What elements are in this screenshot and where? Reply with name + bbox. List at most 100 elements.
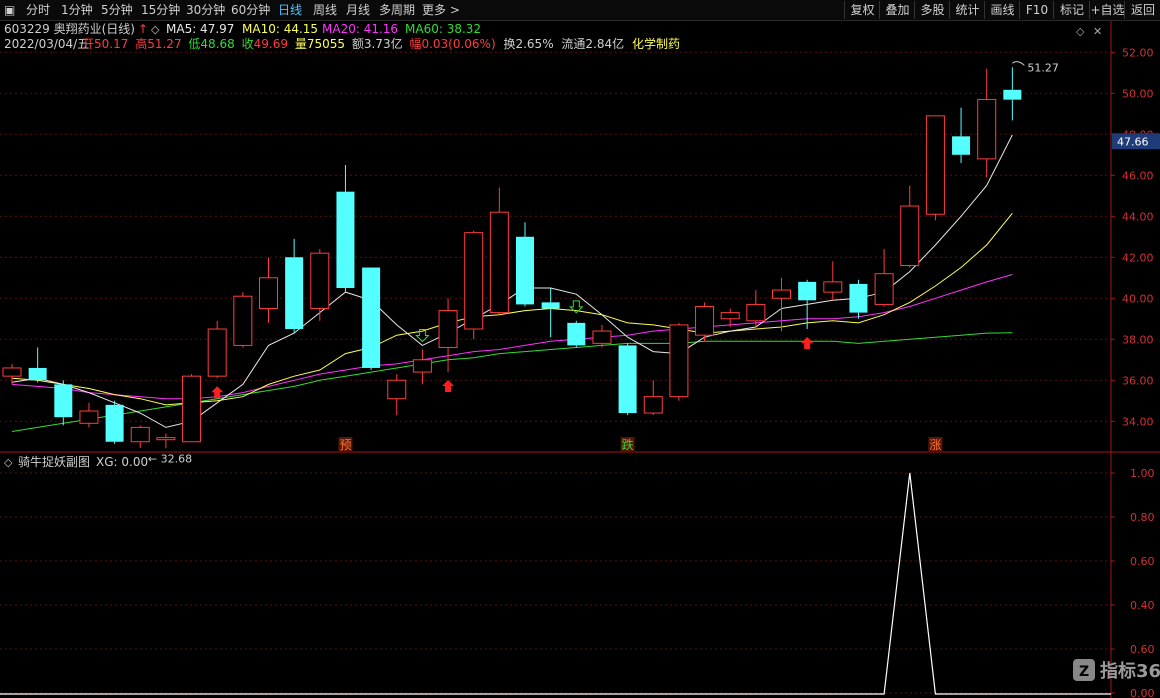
tab-10[interactable]: 更多 > — [422, 2, 460, 18]
candle-31 — [798, 279, 817, 330]
candle-body — [618, 345, 637, 414]
tool-button-6[interactable]: 标记 — [1053, 1, 1090, 19]
candle-15 — [387, 374, 407, 416]
candle-body — [362, 267, 381, 368]
candle-body — [798, 281, 817, 301]
y-tick-label: 50.00 — [1122, 87, 1154, 100]
sub-tick-label: 0.60 — [1130, 555, 1155, 568]
tool-button-8[interactable]: 返回 — [1124, 1, 1160, 19]
tab-8[interactable]: 月线 — [346, 2, 370, 18]
candle-body — [54, 384, 73, 418]
candle-body — [1003, 89, 1022, 100]
candle-body — [233, 295, 253, 346]
candle-27 — [695, 302, 715, 342]
candle-21 — [541, 288, 560, 338]
toolbar: ▣ 分时 1分钟 5分钟 15分钟 30分钟 60分钟 日线 周线 月线 多周期 更多 > 复权 叠加… — [0, 0, 1160, 21]
candle-14 — [362, 267, 381, 371]
candle-body — [925, 115, 945, 215]
tool-button-3[interactable]: 统计 — [949, 1, 985, 19]
candle-body — [387, 379, 407, 400]
tool-button-1[interactable]: 叠加 — [879, 1, 915, 19]
candle-2 — [54, 380, 73, 426]
tool-button-2[interactable]: 多股 — [914, 1, 950, 19]
ma10-label: MA10: 44.15 — [242, 22, 318, 36]
candle-11 — [285, 238, 304, 334]
candle-body — [746, 303, 766, 322]
candle-body — [772, 289, 791, 299]
y-tick-label: 36.00 — [1122, 374, 1154, 387]
candle-25 — [643, 380, 663, 416]
price-axis: 34.0036.0038.0040.0042.0044.0046.0048.00… — [1111, 46, 1160, 428]
candle-20 — [516, 222, 534, 307]
candle-body — [541, 302, 560, 309]
ma20-label: MA20: 41.16 — [322, 22, 398, 36]
chevron-down-icon[interactable]: ◇ — [151, 23, 160, 36]
ma60-label: MA60: 38.32 — [405, 22, 481, 36]
annotation-label: 跌 — [622, 437, 634, 452]
candle-body — [567, 322, 586, 346]
low-price-label: ← 32.68 — [148, 452, 192, 465]
tab-3[interactable]: 15分钟 — [141, 2, 180, 18]
bar-ohlc: 开50.17 高51.27 低48.68 收49.69 量75055 额3.73… — [82, 36, 680, 51]
candle-12 — [310, 249, 330, 321]
candle-1 — [28, 347, 47, 383]
tab-1[interactable]: 1分钟 — [61, 2, 93, 18]
tab-9[interactable]: 多周期 — [379, 2, 415, 18]
tab-2[interactable]: 5分钟 — [101, 2, 133, 18]
tab-6[interactable]: 日线 — [278, 2, 302, 18]
candle-body — [695, 305, 715, 336]
candle-7 — [182, 374, 202, 443]
candle-33 — [849, 279, 868, 319]
candle-body — [464, 232, 484, 330]
high-price-pointer — [1012, 61, 1025, 66]
candle-body — [105, 404, 124, 442]
candle-32 — [823, 261, 843, 301]
tab-4[interactable]: 30分钟 — [186, 2, 225, 18]
y-tick-label: 46.00 — [1122, 169, 1154, 182]
ma5-line — [11, 134, 1013, 428]
candle-body — [28, 367, 47, 381]
candle-body — [720, 312, 740, 320]
subpanel-chevron-icon[interactable]: ◇ — [4, 456, 13, 469]
candle-body — [874, 273, 894, 305]
watermark-text: 指标365 — [1100, 660, 1160, 682]
stock-title: 603229 奥翔药业(日线) — [4, 22, 135, 36]
indicator-subpanel: ◇ 骑牛捉妖副图 XG: 0.00 1.00 0.80 0.60 0.40 0.60 0.… — [0, 454, 1155, 698]
subpanel-title: 骑牛捉妖副图 — [18, 454, 90, 469]
candle-6 — [156, 433, 176, 449]
candle-body — [900, 205, 920, 266]
candle-body — [669, 324, 689, 398]
candle-4 — [105, 400, 124, 444]
candle-body — [489, 211, 509, 314]
y-tick-label: 44.00 — [1122, 210, 1154, 223]
candle-body — [952, 136, 971, 155]
candle-39 — [1003, 67, 1022, 121]
candle-body — [310, 252, 330, 310]
menu-icon[interactable]: ▣ — [4, 2, 18, 18]
close-icon[interactable]: ✕ — [1093, 25, 1102, 38]
xg-value: XG: 0.00 — [96, 455, 148, 469]
candle-body — [130, 426, 150, 443]
candle-22 — [567, 320, 586, 348]
candle-9 — [233, 292, 253, 348]
moving-average-lines — [11, 134, 1013, 432]
tool-button-0[interactable]: 复权 — [844, 1, 880, 19]
bar-date: 2022/03/04/五 — [4, 37, 89, 51]
tab-7[interactable]: 周线 — [313, 2, 337, 18]
candle-body — [643, 396, 663, 414]
up-arrow-icon: ↑ — [138, 22, 148, 36]
diamond-icon[interactable]: ◇ — [1076, 25, 1085, 38]
watermark: Z 指标365 — [1073, 659, 1160, 682]
tab-0[interactable]: 分时 — [26, 2, 50, 18]
candle-body — [2, 367, 22, 377]
candle-36 — [925, 115, 945, 221]
sub-tick-label: 1.00 — [1130, 467, 1155, 480]
candlesticks: ← 32.68 51.27 — [2, 61, 1059, 465]
tool-button-4[interactable]: 画线 — [984, 1, 1020, 19]
tool-button-7[interactable]: +自选 — [1089, 1, 1125, 19]
tool-button-5[interactable]: F10 — [1019, 1, 1054, 19]
candle-body — [79, 410, 99, 424]
candle-body — [412, 359, 432, 373]
current-price-label: 47.66 — [1117, 135, 1149, 148]
tab-5[interactable]: 60分钟 — [231, 2, 270, 18]
